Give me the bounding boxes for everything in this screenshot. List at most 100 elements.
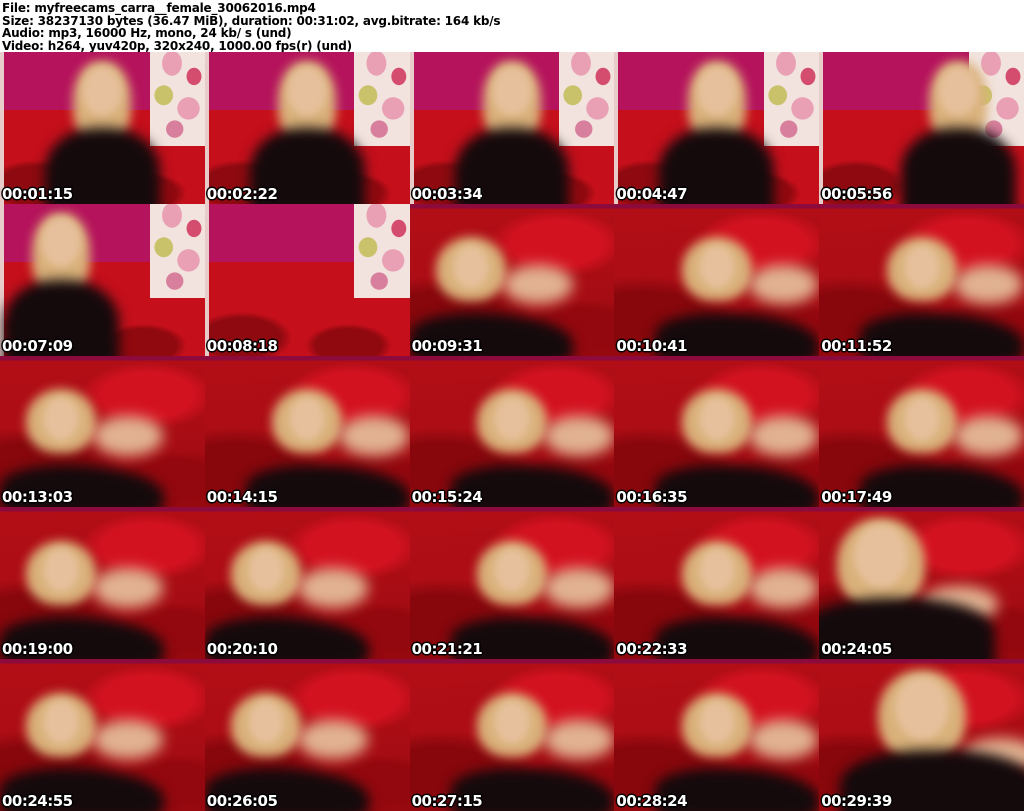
thumbnail-frame-placeholder bbox=[409, 659, 615, 811]
thumbnail-frame-placeholder bbox=[614, 659, 820, 811]
thumbnail-frame-placeholder bbox=[614, 507, 820, 660]
video-thumbnail: 00:29:39 bbox=[819, 659, 1024, 811]
audio-info-line: Audio: mp3, 16000 Hz, mono, 24 kb/ s (un… bbox=[2, 26, 292, 40]
timestamp-overlay: 00:24:55 bbox=[2, 792, 73, 810]
timestamp-overlay: 00:09:31 bbox=[411, 336, 483, 355]
timestamp-overlay: 00:04:47 bbox=[616, 184, 688, 203]
figure-head-shape bbox=[491, 65, 532, 116]
figure-limb-shape bbox=[748, 264, 819, 304]
thumbnail-frame-placeholder bbox=[409, 507, 615, 660]
thumbnail-frame-placeholder bbox=[819, 52, 1024, 204]
thumbnail-frame-placeholder bbox=[614, 52, 820, 204]
timestamp-overlay: 00:08:18 bbox=[206, 336, 278, 355]
video-thumbnail: 00:24:55 bbox=[0, 659, 205, 811]
timestamp-overlay: 00:13:03 bbox=[2, 488, 73, 507]
floral-wallpaper-shape bbox=[559, 52, 615, 147]
timestamp-overlay: 00:05:56 bbox=[821, 184, 892, 203]
video-thumbnail: 00:04:47 bbox=[614, 52, 820, 204]
video-thumbnail: 00:05:56 bbox=[819, 52, 1024, 204]
timestamp-overlay: 00:20:10 bbox=[206, 640, 278, 659]
timestamp-overlay: 00:24:05 bbox=[821, 640, 892, 659]
thumbnail-frame-placeholder bbox=[0, 659, 205, 811]
video-thumbnail: 00:16:35 bbox=[614, 355, 820, 508]
figure-limb-shape bbox=[298, 719, 368, 760]
timestamp-overlay: 00:02:22 bbox=[206, 184, 278, 203]
video-thumbnail: 00:10:41 bbox=[614, 203, 820, 356]
figure-torso-shape bbox=[901, 127, 1016, 204]
video-thumbnail: 00:09:31 bbox=[409, 203, 615, 356]
thumbnail-frame-placeholder bbox=[204, 52, 410, 204]
timestamp-overlay: 00:01:15 bbox=[2, 184, 73, 203]
thumbnail-frame-placeholder bbox=[819, 203, 1024, 356]
video-thumbnail: 00:13:03 bbox=[0, 355, 205, 508]
timestamp-overlay: 00:19:00 bbox=[2, 640, 73, 659]
figure-head-shape bbox=[698, 396, 735, 441]
video-contact-sheet: File: myfreecams_carra__female_30062016.… bbox=[0, 0, 1024, 811]
figure-head-shape bbox=[698, 700, 735, 745]
figure-limb-shape bbox=[953, 416, 1024, 456]
thumbnail-frame-placeholder bbox=[204, 203, 410, 356]
timestamp-overlay: 00:14:15 bbox=[206, 488, 278, 507]
figure-limb-shape bbox=[93, 719, 164, 760]
figure-head-shape bbox=[698, 548, 735, 593]
timestamp-overlay: 00:03:34 bbox=[411, 184, 483, 203]
thumbnail-frame-placeholder bbox=[0, 355, 205, 508]
timestamp-overlay: 00:26:05 bbox=[206, 792, 278, 810]
thumbnail-frame-placeholder bbox=[409, 52, 615, 204]
figure-limb-shape bbox=[748, 719, 819, 760]
floral-wallpaper-shape bbox=[149, 203, 205, 298]
figure-head-shape bbox=[289, 396, 326, 441]
video-thumbnail: 00:19:00 bbox=[0, 507, 205, 660]
figure-limb-shape bbox=[543, 416, 614, 456]
timestamp-overlay: 00:15:24 bbox=[411, 488, 483, 507]
video-thumbnail: 00:15:24 bbox=[409, 355, 615, 508]
figure-head-shape bbox=[82, 65, 123, 116]
figure-limb-shape bbox=[543, 719, 614, 760]
timestamp-overlay: 00:10:41 bbox=[616, 336, 688, 355]
video-thumbnail: 00:21:21 bbox=[409, 507, 615, 660]
timestamp-overlay: 00:07:09 bbox=[2, 336, 73, 355]
video-thumbnail: 00:17:49 bbox=[819, 355, 1024, 508]
thumbnail-frame-placeholder bbox=[409, 203, 615, 356]
video-thumbnail: 00:02:22 bbox=[204, 52, 410, 204]
figure-head-shape bbox=[493, 700, 530, 745]
timestamp-overlay: 00:27:15 bbox=[411, 792, 483, 810]
video-thumbnail: 00:14:15 bbox=[204, 355, 410, 508]
video-thumbnail: 00:26:05 bbox=[204, 659, 410, 811]
timestamp-overlay: 00:17:49 bbox=[821, 488, 892, 507]
figure-limb-shape bbox=[953, 264, 1024, 304]
figure-head-shape bbox=[698, 244, 735, 289]
thumbnail-frame-placeholder bbox=[409, 355, 615, 508]
thumbnail-frame-placeholder bbox=[614, 355, 820, 508]
floral-wallpaper-shape bbox=[354, 203, 410, 298]
floral-wallpaper-shape bbox=[354, 52, 410, 147]
thumbnail-frame-placeholder bbox=[204, 659, 410, 811]
figure-head-shape bbox=[894, 675, 949, 740]
thumbnail-grid: 00:01:15 00:02:22 00:03:34 00:04:47 00:0… bbox=[0, 52, 1024, 811]
video-thumbnail: 00:08:18 bbox=[204, 203, 410, 356]
figure-limb-shape bbox=[298, 568, 368, 608]
thumbnail-frame-placeholder bbox=[819, 507, 1024, 660]
figure-limb-shape bbox=[339, 416, 409, 456]
figure-head-shape bbox=[493, 396, 530, 441]
video-thumbnail: 00:22:33 bbox=[614, 507, 820, 660]
timestamp-overlay: 00:11:52 bbox=[821, 336, 892, 355]
figure-limb-shape bbox=[748, 416, 819, 456]
timestamp-overlay: 00:22:33 bbox=[616, 640, 688, 659]
timestamp-overlay: 00:28:24 bbox=[616, 792, 688, 810]
figure-head-shape bbox=[903, 244, 940, 289]
thumbnail-frame-placeholder bbox=[0, 203, 205, 356]
video-thumbnail: 00:03:34 bbox=[409, 52, 615, 204]
figure-limb-shape bbox=[93, 568, 164, 608]
figure-head-shape bbox=[696, 65, 737, 116]
video-thumbnail: 00:20:10 bbox=[204, 507, 410, 660]
video-thumbnail: 00:24:05 bbox=[819, 507, 1024, 660]
thumbnail-frame-placeholder bbox=[819, 355, 1024, 508]
floral-wallpaper-shape bbox=[763, 52, 820, 147]
figure-limb-shape bbox=[748, 568, 819, 608]
figure-head-shape bbox=[287, 65, 328, 116]
timestamp-overlay: 00:29:39 bbox=[821, 792, 892, 810]
thumbnail-frame-placeholder bbox=[204, 507, 410, 660]
figure-limb-shape bbox=[543, 568, 614, 608]
thumbnail-frame-placeholder bbox=[614, 203, 820, 356]
